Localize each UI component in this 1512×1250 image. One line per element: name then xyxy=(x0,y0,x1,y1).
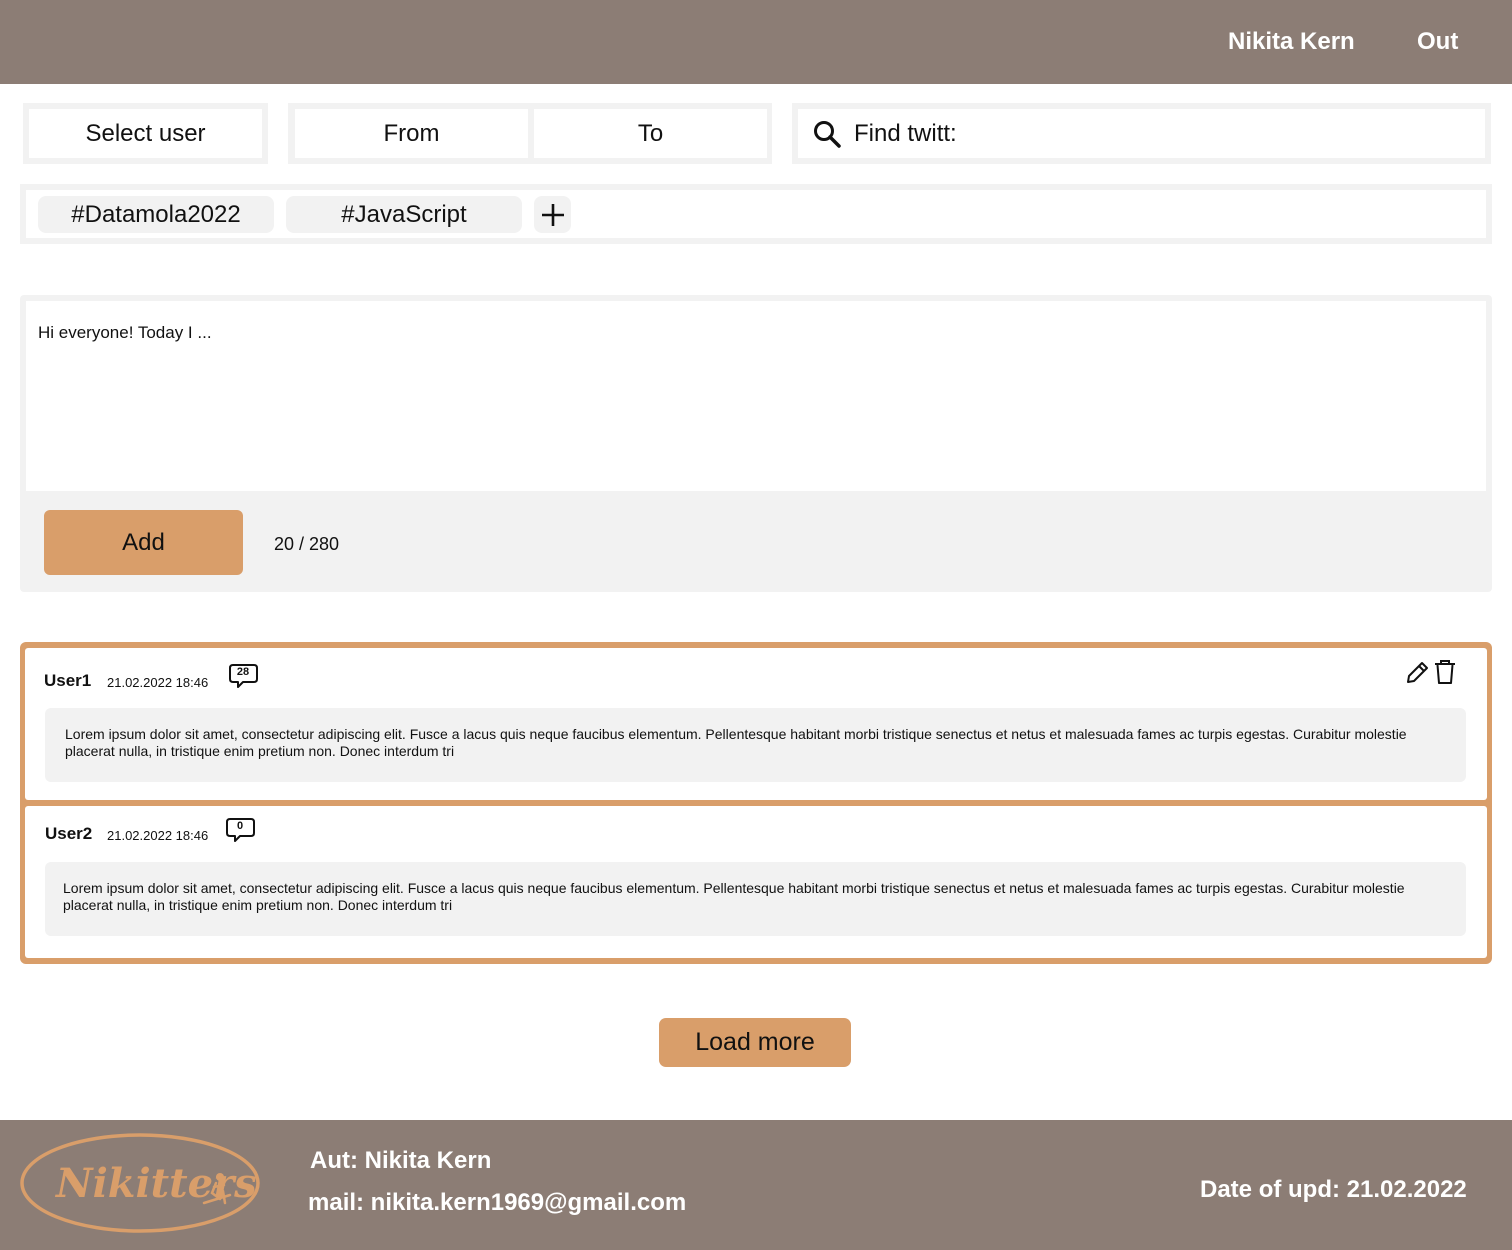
footer-update-date: Date of upd: 21.02.2022 xyxy=(1200,1176,1467,1203)
search-input[interactable]: Find twitt: xyxy=(798,109,1485,158)
logo-text: Nikitters xyxy=(54,1160,257,1207)
hashtag-list: #Datamola2022 #JavaScript xyxy=(26,190,1486,238)
hashtag-chip[interactable]: #JavaScript xyxy=(286,196,522,233)
search-label: Find twitt: xyxy=(854,119,957,147)
footer: Nikitters Aut: Nikita Kern mail: nikita.… xyxy=(0,1120,1512,1250)
tweet-composer: Hi everyone! Today I ... Add 20 / 280 xyxy=(20,295,1492,592)
top-bar: Nikita Kern Out xyxy=(0,0,1512,84)
hashtag-chip[interactable]: #Datamola2022 xyxy=(38,196,274,233)
tweet-text: Lorem ipsum dolor sit amet, consectetur … xyxy=(45,862,1466,936)
tweet-card: User2 21.02.2022 18:46 0 Lorem ipsum dol… xyxy=(25,806,1487,958)
comment-icon[interactable]: 0 xyxy=(226,816,256,844)
tweet-author[interactable]: User1 xyxy=(44,671,91,691)
comment-icon[interactable]: 28 xyxy=(229,662,259,690)
tweet-text: Lorem ipsum dolor sit amet, consectetur … xyxy=(45,708,1466,782)
logout-button[interactable]: Out xyxy=(1417,28,1458,56)
tweet-author[interactable]: User2 xyxy=(45,824,92,844)
date-to-input[interactable]: To xyxy=(534,109,767,158)
footer-author: Aut: Nikita Kern xyxy=(310,1147,492,1174)
tweet-date: 21.02.2022 18:46 xyxy=(107,828,209,843)
comment-count: 28 xyxy=(236,666,250,678)
tweet-textarea[interactable]: Hi everyone! Today I ... xyxy=(26,301,1486,491)
tweet-date: 21.02.2022 18:46 xyxy=(107,675,209,690)
user-filter-panel: Select user xyxy=(23,103,268,164)
select-user-dropdown[interactable]: Select user xyxy=(29,109,262,158)
date-filter-panel: From To xyxy=(288,103,772,164)
add-hashtag-button[interactable] xyxy=(534,196,571,233)
date-from-input[interactable]: From xyxy=(295,109,528,158)
search-icon xyxy=(814,120,841,148)
nikitters-logo[interactable]: Nikitters xyxy=(20,1133,262,1235)
search-panel: Find twitt: xyxy=(792,103,1491,164)
character-counter: 20 / 280 xyxy=(274,534,340,554)
comment-count: 0 xyxy=(236,820,244,832)
load-more-button[interactable]: Load more xyxy=(659,1018,851,1067)
hashtag-filter-panel: #Datamola2022 #JavaScript xyxy=(20,184,1492,244)
tweet-card: User1 21.02.2022 18:46 28 Lorem ipsum do… xyxy=(25,648,1487,800)
trash-icon[interactable] xyxy=(1433,658,1457,686)
footer-mail[interactable]: mail: nikita.kern1969@gmail.com xyxy=(308,1189,686,1217)
plus-icon xyxy=(541,203,564,226)
tweet-feed: User1 21.02.2022 18:46 28 Lorem ipsum do… xyxy=(20,642,1492,964)
current-user-name[interactable]: Nikita Kern xyxy=(1228,28,1355,56)
edit-icon[interactable] xyxy=(1404,660,1430,686)
add-tweet-button[interactable]: Add xyxy=(44,510,243,575)
